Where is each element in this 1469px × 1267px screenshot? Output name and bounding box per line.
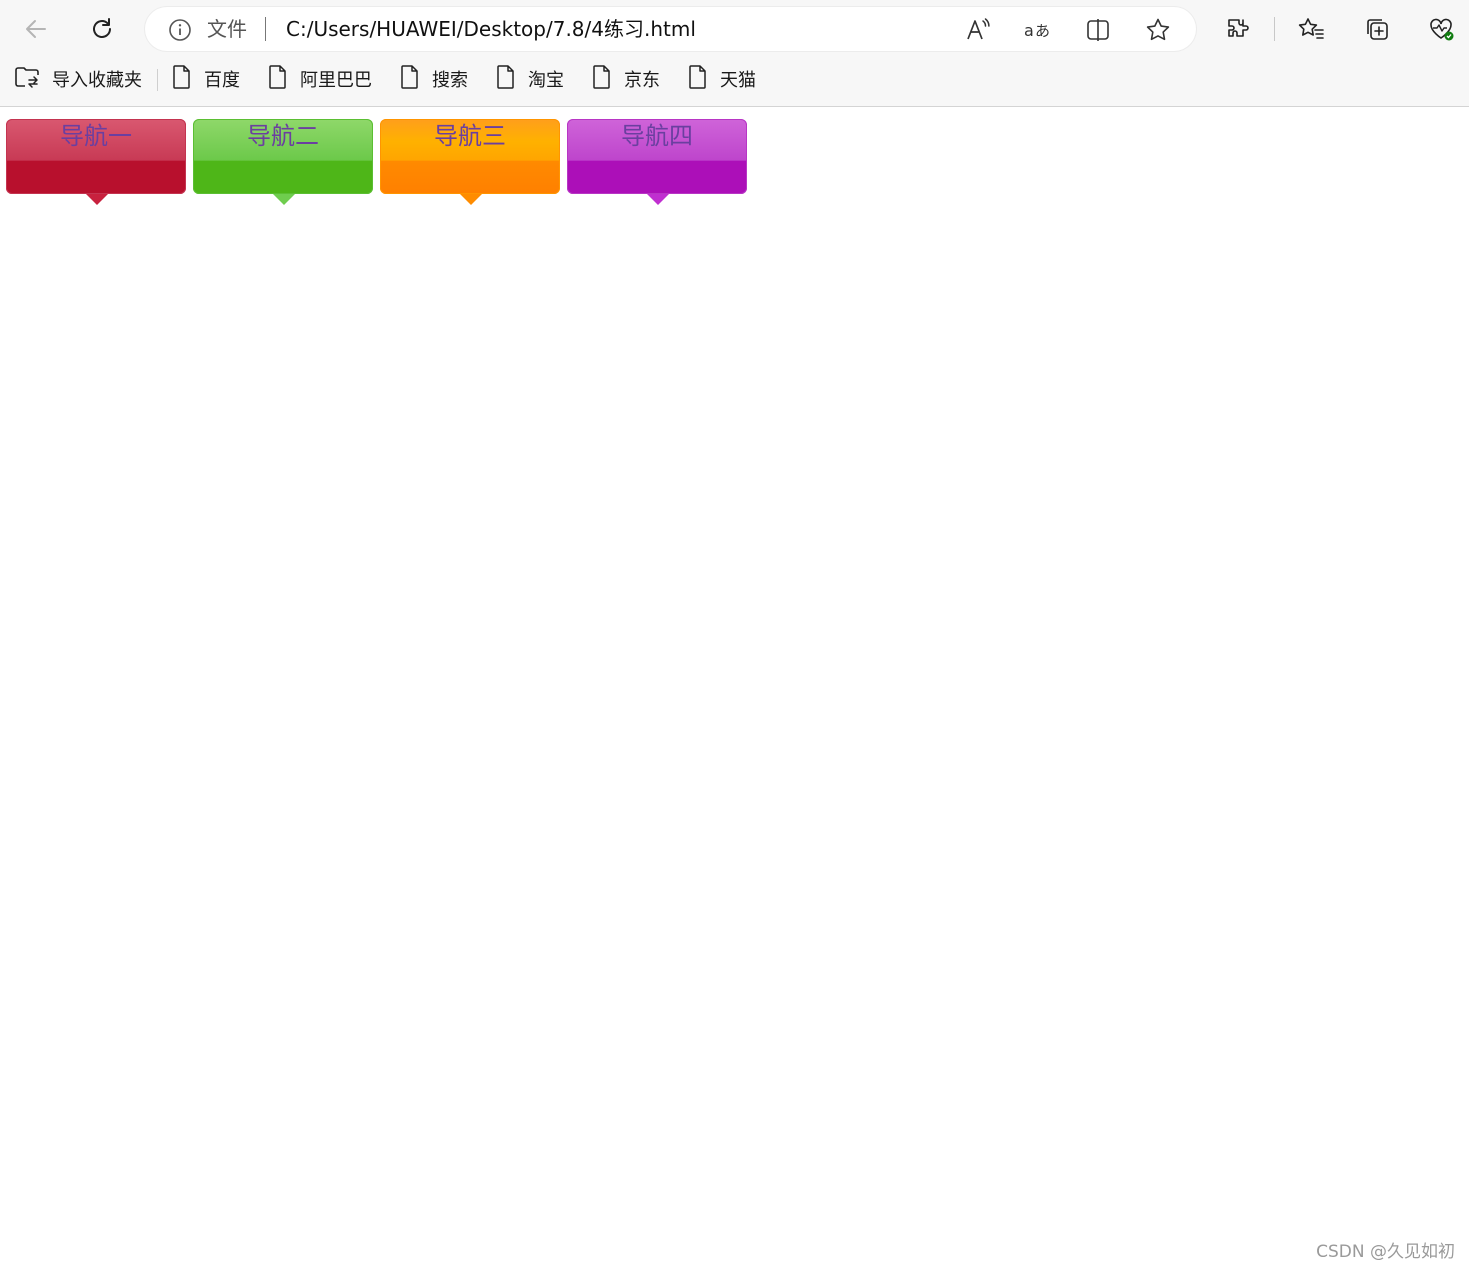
- bookmarks-bar: 导入收藏夹 百度 阿里巴巴 搜索 淘宝 京东 天猫: [0, 58, 1469, 102]
- address-divider: [265, 17, 266, 41]
- import-favorites-button[interactable]: 导入收藏夹: [14, 64, 142, 94]
- split-screen-icon[interactable]: [1083, 15, 1113, 45]
- watermark: CSDN @久见如初: [1316, 1242, 1455, 1262]
- url-text[interactable]: C:/Users/HUAWEI/Desktop/7.8/4练习.html: [286, 17, 696, 41]
- nav-item-label: 导航四: [621, 122, 693, 150]
- translate-icon[interactable]: aあ: [1023, 15, 1053, 45]
- page-icon: [496, 64, 516, 95]
- nav-pointer: [647, 194, 669, 205]
- collections-icon[interactable]: [1359, 11, 1395, 47]
- nav-item-1[interactable]: 导航一: [6, 119, 186, 205]
- bookmark-label: 百度: [204, 70, 240, 91]
- page-nav: 导航一 导航二 导航三 导航四: [0, 107, 1469, 227]
- read-aloud-icon[interactable]: [963, 15, 993, 45]
- nav-item-4[interactable]: 导航四: [567, 119, 747, 205]
- nav-item-3[interactable]: 导航三: [380, 119, 560, 205]
- browser-chrome: 文件 C:/Users/HUAWEI/Desktop/7.8/4练习.html …: [0, 0, 1469, 107]
- extensions-icon[interactable]: [1220, 11, 1256, 47]
- bookmark-tmall[interactable]: 天猫: [688, 64, 756, 94]
- nav-pointer: [460, 194, 482, 205]
- nav-item-label: 导航三: [434, 122, 506, 150]
- import-folder-icon: [14, 65, 40, 94]
- info-icon[interactable]: [167, 17, 193, 43]
- nav-item-label: 导航一: [60, 122, 132, 150]
- nav-item-label: 导航二: [247, 122, 319, 150]
- address-bar[interactable]: 文件 C:/Users/HUAWEI/Desktop/7.8/4练习.html …: [145, 7, 1196, 51]
- security-label: 文件: [207, 17, 247, 41]
- bookmark-alibaba[interactable]: 阿里巴巴: [268, 64, 372, 94]
- bookmark-jd[interactable]: 京东: [592, 64, 660, 94]
- toolbar-divider: [1274, 17, 1275, 41]
- bookmark-label: 淘宝: [528, 70, 564, 91]
- browser-essentials-icon[interactable]: [1424, 11, 1460, 47]
- page-icon: [268, 64, 288, 95]
- bookmark-label: 京东: [624, 70, 660, 91]
- bookmark-baidu[interactable]: 百度: [172, 64, 240, 94]
- browser-toolbar: 文件 C:/Users/HUAWEI/Desktop/7.8/4练习.html …: [0, 0, 1469, 58]
- bookmark-search[interactable]: 搜索: [400, 64, 468, 94]
- back-arrow-icon[interactable]: [18, 11, 54, 47]
- favorite-star-icon[interactable]: [1143, 15, 1173, 45]
- nav-item-2[interactable]: 导航二: [193, 119, 373, 205]
- nav-pointer: [86, 194, 108, 205]
- refresh-icon[interactable]: [84, 11, 120, 47]
- bookmark-taobao[interactable]: 淘宝: [496, 64, 564, 94]
- bookmarks-divider: [157, 69, 158, 91]
- svg-text:あ: あ: [1035, 22, 1050, 40]
- nav-pointer: [273, 194, 295, 205]
- bookmark-label: 阿里巴巴: [300, 70, 372, 91]
- favorites-list-icon[interactable]: [1293, 11, 1329, 47]
- bookmark-label: 搜索: [432, 70, 468, 91]
- import-favorites-label: 导入收藏夹: [52, 70, 142, 91]
- page-icon: [688, 64, 708, 95]
- page-icon: [400, 64, 420, 95]
- page-icon: [172, 64, 192, 95]
- bookmark-label: 天猫: [720, 70, 756, 91]
- page-icon: [592, 64, 612, 95]
- svg-text:a: a: [1024, 21, 1034, 40]
